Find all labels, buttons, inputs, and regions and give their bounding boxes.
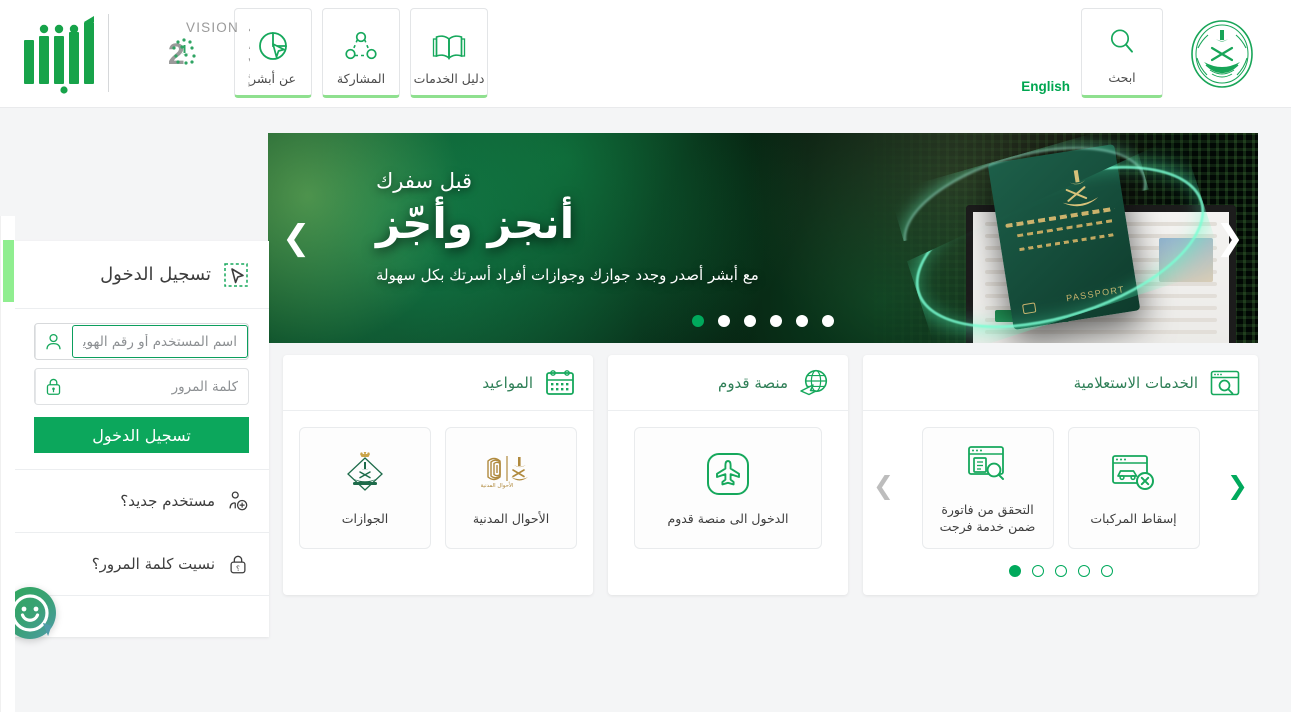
globe-plane-icon <box>800 369 830 397</box>
card-qudoom-header: منصة قدوم <box>608 355 848 411</box>
search-icon <box>1108 20 1136 62</box>
new-user-link-label: مستخدم جديد؟ <box>120 492 215 510</box>
card-inquiry-header: الخدمات الاستعلامية <box>863 355 1258 411</box>
login-cursor-select-icon <box>223 262 249 288</box>
service-tile-drop-vehicles-label: إسقاط المركبات <box>1090 510 1177 526</box>
nav-tile-about-absher-label: عن أبشر <box>250 71 296 86</box>
service-tile-passports[interactable]: الجوازات <box>299 427 431 549</box>
card-appointments-header: المواعيد <box>283 355 593 411</box>
hero-pagination-dots <box>268 315 1258 327</box>
hero-dot-active[interactable] <box>692 315 704 327</box>
about-absher-cursor-icon <box>257 18 289 62</box>
vision-2030-logo: رؤيـــــة VISION 30 2 المملكة العربية ال… <box>120 16 250 90</box>
hero-title: أنجز وأجّز <box>376 199 575 249</box>
svg-text:المملكة العربية السعودية: المملكة العربية السعودية <box>248 71 250 80</box>
svg-text:30: 30 <box>248 38 250 71</box>
forgot-password-link-label: نسيت كلمة المرور؟ <box>91 555 215 573</box>
inquiry-dot[interactable] <box>1077 565 1090 577</box>
card-appointments: المواعيد الأحوال المدنية الأحوال المدنية… <box>283 355 593 595</box>
civil-affairs-fingerprint-icon: الأحوال المدنية <box>481 449 541 499</box>
search-button[interactable]: ابحث <box>1081 8 1163 98</box>
hero-dot[interactable] <box>796 315 808 327</box>
lock-question-icon: ؟ <box>227 553 249 575</box>
new-user-link[interactable]: مستخدم جديد؟ <box>14 469 269 532</box>
search-button-label: ابحث <box>1108 69 1136 85</box>
user-add-icon <box>227 490 249 512</box>
airplane-rounded-icon <box>706 449 750 499</box>
svg-text:؟: ؟ <box>236 564 240 573</box>
page-scrollbar-thumb[interactable] <box>3 240 14 302</box>
forgot-password-link[interactable]: ؟ نسيت كلمة المرور؟ <box>14 532 269 595</box>
nav-tile-services-guide[interactable]: دليل الخدمات <box>410 8 488 98</box>
hero-dot[interactable] <box>718 315 730 327</box>
site-header: ابحث English دليل الخدمات المشاركة عن أب… <box>0 0 1291 108</box>
hero-subtitle: مع أبشر أصدر وجدد جوازك وجوازات أفراد أس… <box>376 266 759 285</box>
login-submit-button[interactable]: تسجيل الدخول <box>34 417 249 453</box>
inquiry-dot-active[interactable] <box>1008 565 1021 577</box>
hero-dot[interactable] <box>822 315 834 327</box>
service-tile-civil-affairs[interactable]: الأحوال المدنية الأحوال المدنية <box>445 427 577 549</box>
hero-dot[interactable] <box>770 315 782 327</box>
absher-logo[interactable] <box>18 12 102 94</box>
saudi-ministry-of-interior-emblem <box>1186 18 1258 90</box>
svg-text:VISION: VISION <box>186 20 239 35</box>
service-tile-enter-qudoom-label: الدخول الى منصة قدوم <box>667 510 789 526</box>
card-qudoom-title: منصة قدوم <box>718 373 788 392</box>
main-content: PASSPORT قبل سفرك أنجز وأجّز مع أبشر أصد… <box>0 108 1291 712</box>
hero-prev-arrow-icon[interactable]: ❮ <box>1216 221 1245 255</box>
browser-search-icon <box>1210 370 1240 396</box>
password-field-row[interactable] <box>34 368 249 405</box>
language-switch-english[interactable]: English <box>1021 79 1070 94</box>
card-appointments-title: المواعيد <box>482 373 533 392</box>
login-panel: تسجيل الدخول اسم المستخدم أو رقم الهوية … <box>14 241 269 637</box>
services-guide-book-icon <box>432 18 466 62</box>
hero-text-block: قبل سفرك أنجز وأجّز مع أبشر أصدر وجدد جو… <box>328 169 1258 284</box>
nav-tile-participation[interactable]: المشاركة <box>322 8 400 98</box>
service-tile-civil-affairs-label: الأحوال المدنية <box>472 510 550 526</box>
password-input[interactable] <box>71 369 248 404</box>
nav-tile-participation-label: المشاركة <box>336 71 386 86</box>
card-inquiry-services: الخدمات الاستعلامية ❮ إسقاط المركبات الت… <box>863 355 1258 595</box>
inquiry-prev-arrow-icon[interactable]: ❮ <box>1227 473 1248 498</box>
inquiry-next-arrow-icon[interactable]: ❯ <box>873 473 894 498</box>
svg-text:KINGDOM OF SAUDI ARABIA: KINGDOM OF SAUDI ARABIA <box>248 82 250 89</box>
inquiry-dot[interactable] <box>1054 565 1067 577</box>
inquiry-dot[interactable] <box>1031 565 1044 577</box>
logo-divider <box>108 14 109 92</box>
card-inquiry-title: الخدمات الاستعلامية <box>1073 373 1198 392</box>
svg-text:رؤيـــــة: رؤيـــــة <box>248 21 250 36</box>
svg-text:الأحوال المدنية: الأحوال المدنية <box>481 481 513 489</box>
inquiry-pagination-dots <box>863 565 1258 591</box>
passports-directorate-icon <box>340 449 390 499</box>
inquiry-dot[interactable] <box>1100 565 1113 577</box>
page-scrollbar-track[interactable] <box>0 216 15 712</box>
login-form: تسجيل الدخول <box>14 309 269 469</box>
vehicle-drop-icon <box>1111 449 1157 499</box>
login-panel-title: تسجيل الدخول <box>100 264 211 285</box>
invoice-verify-icon <box>965 440 1011 490</box>
hero-dot[interactable] <box>744 315 756 327</box>
card-qudoom-platform: منصة قدوم الدخول الى منصة قدوم <box>608 355 848 595</box>
card-appointments-body: الأحوال المدنية الأحوال المدنية الجوازات <box>283 411 593 565</box>
card-inquiry-body: ❮ إسقاط المركبات التحقق من فاتورة ضمن خد… <box>863 411 1258 565</box>
hero-carousel[interactable]: PASSPORT قبل سفرك أنجز وأجّز مع أبشر أصد… <box>268 133 1258 343</box>
username-input[interactable] <box>73 326 247 357</box>
calendar-icon <box>545 369 575 397</box>
header-nav-tiles: دليل الخدمات المشاركة عن أبشر <box>234 8 488 98</box>
login-panel-header: تسجيل الدخول <box>14 241 269 309</box>
service-tile-verify-invoice-farajat[interactable]: التحقق من فاتورة ضمن خدمة فرجت <box>921 427 1054 549</box>
lock-icon <box>35 369 71 404</box>
service-tile-drop-vehicles[interactable]: إسقاط المركبات <box>1067 427 1200 549</box>
service-tile-enter-qudoom[interactable]: الدخول الى منصة قدوم <box>634 427 822 549</box>
username-field-row[interactable] <box>34 323 249 360</box>
service-cards-row: الخدمات الاستعلامية ❮ إسقاط المركبات الت… <box>268 355 1258 595</box>
service-tile-verify-invoice-farajat-label: التحقق من فاتورة ضمن خدمة فرجت <box>939 502 1036 534</box>
user-icon <box>35 324 71 359</box>
service-tile-passports-label: الجوازات <box>341 510 389 526</box>
nav-tile-services-guide-label: دليل الخدمات <box>413 71 485 86</box>
participation-share-icon <box>344 18 378 62</box>
hero-next-arrow-icon[interactable]: ❯ <box>282 221 311 255</box>
card-qudoom-body: الدخول الى منصة قدوم <box>608 411 848 565</box>
hero-kicker: قبل سفرك <box>376 169 473 193</box>
